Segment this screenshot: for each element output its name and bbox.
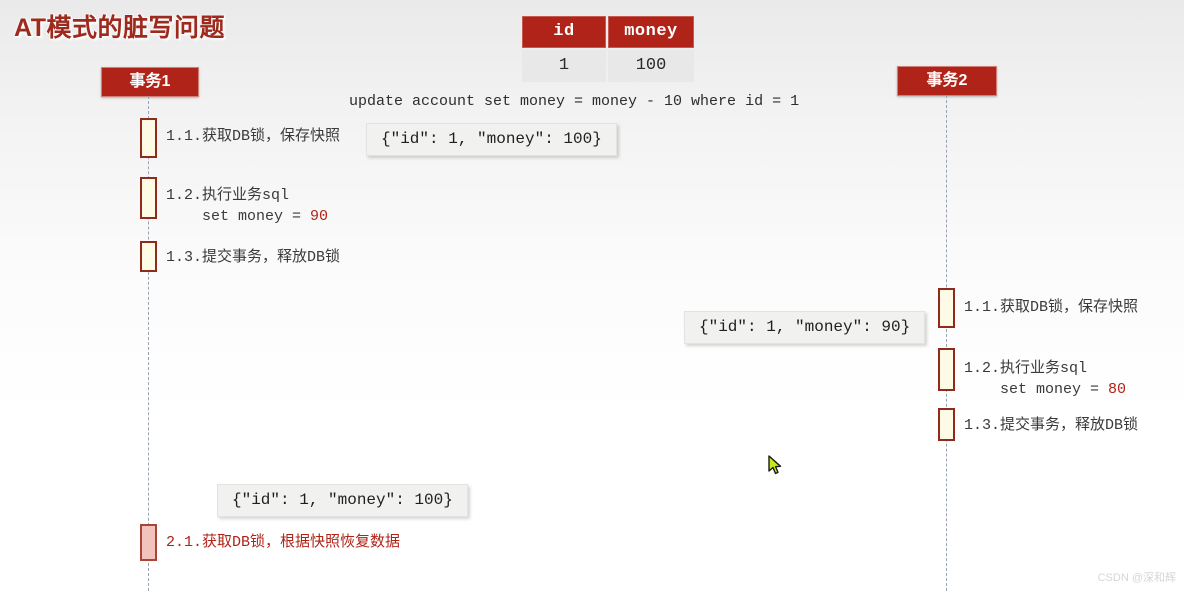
step-value-tx2-2: 80 bbox=[1108, 381, 1127, 398]
step-label-tx1-3: 1.3.提交事务，释放DB锁 bbox=[166, 249, 341, 266]
activation-tx2-step-2 bbox=[938, 348, 955, 391]
activation-tx1-step-3 bbox=[140, 241, 157, 272]
step-value-tx1-2: 90 bbox=[310, 208, 329, 225]
watermark: CSDN @深和辉 bbox=[1097, 572, 1176, 584]
activation-tx2-step-1 bbox=[938, 288, 955, 328]
table-row: 1 100 bbox=[522, 50, 694, 82]
table-cell-money: 100 bbox=[608, 50, 694, 82]
json-callout-snapshot-tx1: {"id": 1, "money": 100} bbox=[366, 123, 617, 156]
table-cell-id: 1 bbox=[522, 50, 606, 82]
mouse-cursor-icon bbox=[768, 455, 782, 475]
step-label-tx1-1: 1.1.获取DB锁，保存快照 bbox=[166, 128, 341, 145]
step-label-tx1-2-text: 1.2.执行业务sql set money = bbox=[166, 187, 302, 225]
json-callout-snapshot-tx2: {"id": 1, "money": 90} bbox=[684, 311, 926, 344]
sql-statement: update account set money = money - 10 wh… bbox=[349, 93, 800, 110]
json-callout-restore-tx1: {"id": 1, "money": 100} bbox=[217, 484, 468, 517]
lifeline-transaction-2 bbox=[946, 95, 947, 591]
table-header-row: id money bbox=[522, 16, 694, 48]
activation-tx1-step-1 bbox=[140, 118, 157, 158]
activation-tx1-step-2 bbox=[140, 177, 157, 219]
step-label-tx2-2: 1.2.执行业务sql set money = 80 bbox=[964, 358, 1126, 400]
page-title: AT模式的脏写问题 bbox=[14, 14, 225, 42]
diagram-canvas: AT模式的脏写问题 id money 1 100 事务1 事务2 update … bbox=[0, 0, 1184, 591]
step-label-tx2-2-text: 1.2.执行业务sql set money = bbox=[964, 360, 1100, 398]
step-label-tx1-rollback: 2.1.获取DB锁，根据快照恢复数据 bbox=[166, 534, 401, 551]
activation-tx2-step-3 bbox=[938, 408, 955, 441]
activation-tx1-rollback bbox=[140, 524, 157, 561]
table-header-id: id bbox=[522, 16, 606, 48]
actor-header-transaction-1: 事务1 bbox=[101, 67, 199, 97]
step-label-tx1-2: 1.2.执行业务sql set money = 90 bbox=[166, 185, 328, 227]
table-header-money: money bbox=[608, 16, 694, 48]
account-table: id money 1 100 bbox=[520, 14, 696, 84]
step-label-tx2-1: 1.1.获取DB锁，保存快照 bbox=[964, 299, 1139, 316]
actor-header-transaction-2: 事务2 bbox=[897, 66, 997, 96]
lifeline-transaction-1 bbox=[148, 96, 149, 591]
step-label-tx2-3: 1.3.提交事务，释放DB锁 bbox=[964, 417, 1139, 434]
